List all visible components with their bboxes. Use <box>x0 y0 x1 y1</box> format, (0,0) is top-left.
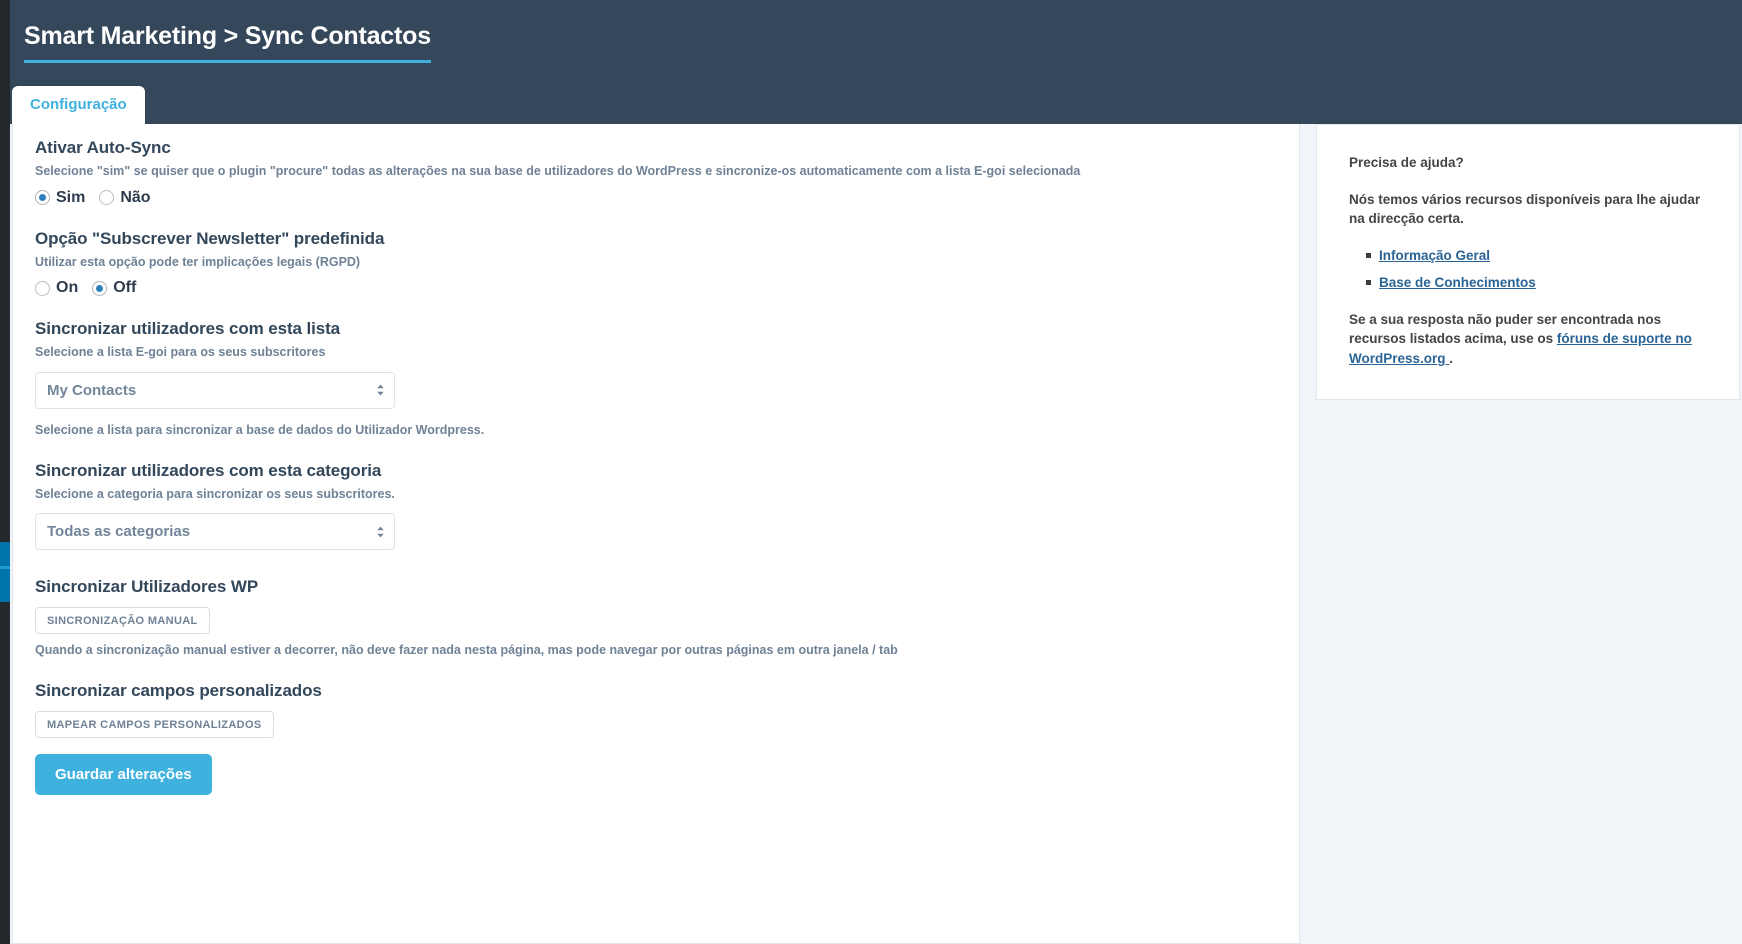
autosync-option-sim[interactable]: Sim <box>35 189 85 207</box>
tab-strip: Configuração <box>10 86 1742 124</box>
settings-panel: Ativar Auto-Sync Selecione "sim" se quis… <box>12 124 1300 944</box>
category-select[interactable]: Todas as categorias <box>35 513 395 551</box>
list-select[interactable]: My Contacts <box>35 371 395 409</box>
radio-unselected-icon[interactable] <box>99 190 115 206</box>
manual-sync-button[interactable]: SINCRONIZAÇÃO MANUAL <box>35 607 210 635</box>
autosync-title: Ativar Auto-Sync <box>35 138 171 157</box>
wp-admin-menu-active-item[interactable] <box>0 542 10 602</box>
newsletter-option-on-label: On <box>56 279 79 297</box>
help-footer-suffix: . <box>1449 350 1454 366</box>
radio-selected-icon[interactable] <box>92 280 108 296</box>
autosync-radio-group: Sim Não <box>35 189 1279 207</box>
map-custom-fields-button[interactable]: MAPEAR CAMPOS PERSONALIZADOS <box>35 710 274 738</box>
custom-fields-title: Sincronizar campos personalizados <box>35 680 322 700</box>
newsletter-option-off-label: Off <box>113 279 137 297</box>
newsletter-option-on[interactable]: On <box>35 279 78 297</box>
newsletter-description: Utilizar esta opção pode ter implicações… <box>35 254 361 269</box>
list-item: Informação Geral <box>1366 246 1707 266</box>
help-links-list: Informação Geral Base de Conhecimentos <box>1349 246 1707 293</box>
autosync-option-sim-label: Sim <box>56 188 86 206</box>
help-box: Precisa de ajuda? Nós temos vários recur… <box>1316 124 1740 400</box>
newsletter-radio-group: On Off <box>35 279 1279 297</box>
newsletter-option-off[interactable]: Off <box>92 279 136 297</box>
list-select-wrapper[interactable]: My Contacts <box>35 371 395 409</box>
section-category: Sincronizar utilizadores com esta catego… <box>35 461 1279 556</box>
radio-unselected-icon[interactable] <box>35 280 50 296</box>
section-newsletter: Opção "Subscrever Newsletter" predefinid… <box>35 229 1279 298</box>
list-item: Base de Conhecimentos <box>1366 273 1707 293</box>
help-footer: Se a sua resposta não puder ser encontra… <box>1349 310 1707 369</box>
manual-sync-note: Quando a sincronização manual estiver a … <box>35 643 898 658</box>
category-title: Sincronizar utilizadores com esta catego… <box>35 460 382 480</box>
autosync-option-nao-label: Não <box>120 188 151 206</box>
radio-selected-icon[interactable] <box>35 190 50 206</box>
help-link-base-conhecimentos[interactable]: Base de Conhecimentos <box>1379 275 1536 290</box>
help-link-informacao-geral[interactable]: Informação Geral <box>1379 248 1490 263</box>
manual-sync-title: Sincronizar Utilizadores WP <box>35 577 259 597</box>
help-heading: Precisa de ajuda? <box>1349 155 1464 170</box>
page-title: Smart Marketing > Sync Contactos <box>24 22 431 63</box>
list-description: Selecione a lista E-goi para os seus sub… <box>35 345 326 360</box>
category-select-wrapper[interactable]: Todas as categorias <box>35 513 395 551</box>
page-body: Ativar Auto-Sync Selecione "sim" se quis… <box>10 124 1742 944</box>
newsletter-title: Opção "Subscrever Newsletter" predefinid… <box>35 228 385 248</box>
section-manual-sync: Sincronizar Utilizadores WP SINCRONIZAÇÃ… <box>35 577 1279 659</box>
autosync-option-nao[interactable]: Não <box>99 188 151 207</box>
autosync-description: Selecione "sim" se quiser que o plugin "… <box>35 164 1081 178</box>
section-custom-fields: Sincronizar campos personalizados MAPEAR… <box>35 681 1279 738</box>
section-autosync: Ativar Auto-Sync Selecione "sim" se quis… <box>35 138 1279 207</box>
section-list: Sincronizar utilizadores com esta lista … <box>35 319 1279 438</box>
list-note: Selecione a lista para sincronizar a bas… <box>35 422 485 437</box>
page-header: Smart Marketing > Sync Contactos <box>10 0 1742 86</box>
wp-admin-menu-rail[interactable] <box>0 0 10 944</box>
list-title: Sincronizar utilizadores com esta lista <box>35 319 341 339</box>
category-description: Selecione a categoria para sincronizar o… <box>35 486 395 501</box>
save-changes-button[interactable]: Guardar alterações <box>35 753 212 795</box>
help-intro: Nós temos vários recursos disponíveis pa… <box>1349 191 1701 227</box>
help-column: Precisa de ajuda? Nós temos vários recur… <box>1316 124 1740 944</box>
tab-configuracao[interactable]: Configuração <box>12 86 145 124</box>
